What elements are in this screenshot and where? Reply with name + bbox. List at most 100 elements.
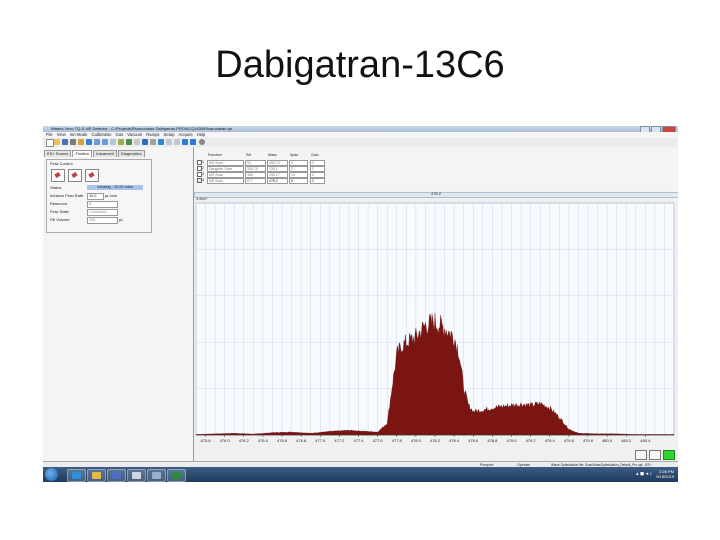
function-number: 4 <box>202 178 204 182</box>
status-value: Infusing - 10.00 mins <box>87 185 143 190</box>
function-set-input[interactable]: 577 <box>245 177 266 184</box>
taskbar-explorer[interactable] <box>87 469 106 482</box>
x-tick-label: 478.8 <box>487 438 498 443</box>
source-tabs: ES+ Source Fluidics Advanced Diagnostics <box>44 150 146 157</box>
chart-view-button[interactable] <box>635 450 647 460</box>
grid-icon[interactable] <box>190 139 196 145</box>
tab-advanced[interactable]: Advanced <box>93 150 117 157</box>
taskbar-masslynx[interactable] <box>107 469 126 482</box>
operate-indicator[interactable] <box>663 450 675 460</box>
refill-icon <box>71 172 78 178</box>
layout-icon[interactable] <box>174 139 180 145</box>
fill-volume-select[interactable]: 250 <box>87 217 118 224</box>
app-screenshot: Waters Xevo TQ-S MS Detector - C:\Projec… <box>43 126 678 482</box>
x-tick-label: 479.0 <box>506 438 517 443</box>
function-gain-input[interactable]: 2 <box>310 177 325 184</box>
taskbar-tune[interactable] <box>147 469 166 482</box>
function-row: 4 MS Scan 577 478.2 5 2 <box>194 177 678 184</box>
open-folder-icon[interactable] <box>54 139 60 145</box>
taskbar-app[interactable] <box>127 469 146 482</box>
tab-fluidics[interactable]: Fluidics <box>72 150 93 157</box>
x-tick-label: 477.6 <box>373 438 384 443</box>
flow-control-group: Flow Control Status Infusing - 10.00 min… <box>46 159 152 233</box>
col-set: Set <box>246 153 252 157</box>
x-tick-label: 475.8 <box>201 438 212 443</box>
help-icon[interactable] <box>199 139 205 145</box>
chart-icon[interactable] <box>126 139 132 145</box>
tab-diagnostics[interactable]: Diagnostics <box>117 150 145 157</box>
window-icon[interactable] <box>182 139 188 145</box>
fill-volume-unit: µL <box>119 217 124 222</box>
stop-icon[interactable] <box>150 139 156 145</box>
flow-control-title: Flow Control <box>50 161 73 166</box>
tab-es-source[interactable]: ES+ Source <box>44 150 72 157</box>
clock[interactable]: 2:26 PM 9/18/2019 <box>656 469 674 479</box>
settings-icon[interactable] <box>134 139 140 145</box>
new-file-icon[interactable] <box>46 139 54 147</box>
x-tick-label: 476.8 <box>296 438 307 443</box>
masslynx-icon <box>112 472 121 479</box>
check-icon[interactable] <box>118 139 124 145</box>
infusion-flow-rate-label: Infusion Flow Rate <box>50 193 84 198</box>
taskbar-ie[interactable] <box>67 469 86 482</box>
refill-button[interactable] <box>68 169 82 182</box>
chart-zoom-button[interactable] <box>649 450 661 460</box>
infuse-button[interactable] <box>51 169 65 182</box>
x-tick-label: 480.2 <box>621 438 632 443</box>
x-tick-label: 477.0 <box>315 438 326 443</box>
x-tick-label: 478.6 <box>468 438 479 443</box>
spectrum-chart[interactable]: 475.8 476.0 476.2 476.4 476.6 476.8 477.0 477.2… <box>194 201 678 446</box>
x-tick-label: 479.6 <box>564 438 575 443</box>
fill-volume-label: Fill Volume <box>50 217 70 222</box>
print-icon[interactable] <box>70 139 76 145</box>
x-tick-label: 476.2 <box>239 438 250 443</box>
x-tick-label: 477.8 <box>392 438 403 443</box>
taskbar-excel[interactable] <box>167 469 186 482</box>
system-tray-icons[interactable]: ▴ ◼ ◂ ♪ <box>636 471 652 477</box>
arrow-left-icon[interactable] <box>94 139 100 145</box>
status-label: Status <box>50 185 62 190</box>
purge-button[interactable] <box>85 169 99 182</box>
folder-icon <box>92 472 101 479</box>
syringe-icon <box>54 172 61 178</box>
x-tick-label: 480.4 <box>640 438 651 443</box>
tune-icon[interactable] <box>78 139 84 145</box>
infusion-flow-rate-input[interactable]: 10.0 <box>87 193 104 200</box>
play-icon[interactable] <box>158 139 164 145</box>
x-tick-label: 478.0 <box>411 438 422 443</box>
clock-date: 9/18/2019 <box>656 474 674 479</box>
reservoir-label: Reservoir <box>50 201 68 206</box>
infusion-flow-rate-unit: µL/min <box>105 193 118 198</box>
x-tick-label: 477.4 <box>354 438 365 443</box>
x-tick-label: 477.2 <box>334 438 345 443</box>
col-gain: Gain <box>311 153 319 157</box>
taskbar: ▴ ◼ ◂ ♪ 2:26 PM 9/18/2019 <box>43 467 678 482</box>
col-function: Function <box>208 153 222 157</box>
x-tick-label: 479.4 <box>545 438 556 443</box>
calibrate-icon[interactable] <box>110 139 116 145</box>
tune-window-icon <box>152 472 161 479</box>
reservoir-select[interactable]: B <box>87 201 118 208</box>
slide-title: Dabigatran-13C6 <box>215 44 505 86</box>
arrow-right-icon[interactable] <box>102 139 108 145</box>
save-icon[interactable] <box>62 139 68 145</box>
x-tick-label: 479.8 <box>583 438 594 443</box>
x-tick-label: 480.0 <box>602 438 613 443</box>
function-mass-input[interactable]: 478.2 <box>267 177 288 184</box>
function-type-select[interactable]: MS Scan <box>207 177 244 184</box>
flow-state-select[interactable]: Combined <box>87 209 118 216</box>
function-span-input[interactable]: 5 <box>289 177 308 184</box>
function-table: Function Set Mass Span Gain 1 MS Scan 90… <box>194 147 678 191</box>
ion-source-icon[interactable] <box>86 139 92 145</box>
col-span: Span <box>290 153 299 157</box>
x-tick-label: 476.4 <box>258 438 269 443</box>
col-mass: Mass <box>268 153 277 157</box>
start-button[interactable] <box>45 468 58 481</box>
acquire-icon[interactable] <box>142 139 148 145</box>
x-tick-label: 478.2 <box>430 438 441 443</box>
x-tick-label: 479.2 <box>526 438 537 443</box>
excel-icon <box>172 472 181 479</box>
app-icon <box>132 472 141 479</box>
flow-state-label: Flow State <box>50 209 69 214</box>
pause-icon[interactable] <box>166 139 172 145</box>
